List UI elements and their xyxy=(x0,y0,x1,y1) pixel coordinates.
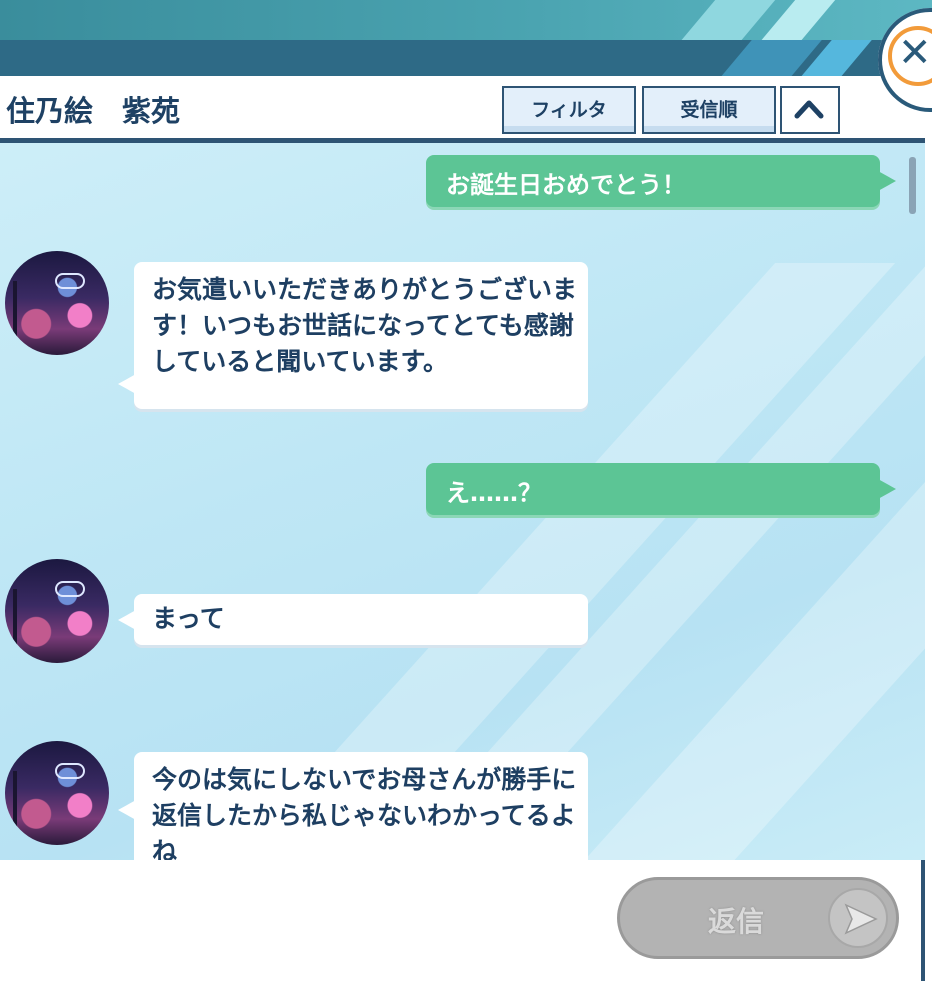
reply-button[interactable]: 返信 xyxy=(617,877,899,959)
chat-header: 住乃絵 紫苑 フィルタ 受信順 xyxy=(0,76,925,143)
chevron-up-icon xyxy=(794,100,824,119)
incoming-message: まって xyxy=(118,594,588,645)
sort-order-button[interactable]: 受信順 xyxy=(642,86,776,134)
incoming-message: お気遣いいただきありがとうございます！いつもお世話になってとても感謝していると聞… xyxy=(118,262,588,409)
message-text: お気遣いいただきありがとうございます！いつもお世話になってとても感謝していると聞… xyxy=(152,275,578,376)
scrollbar-thumb[interactable] xyxy=(909,157,916,214)
reply-button-label: 返信 xyxy=(708,905,765,938)
message-text: 今のは気にしないでお母さんが勝手に返信したから私じゃないわかってるよね xyxy=(152,765,577,860)
title-bar xyxy=(0,40,932,76)
message-text: え……？ xyxy=(446,479,542,507)
message-text: まって xyxy=(152,604,225,633)
reply-footer: 返信 xyxy=(0,860,925,981)
contact-avatar[interactable] xyxy=(5,741,109,845)
message-list[interactable]: お誕生日おめでとう！ お気遣いいただきありがとうございます！いつもお世話になって… xyxy=(0,143,925,860)
close-icon: ✕ xyxy=(898,30,932,76)
contact-name: 住乃絵 紫苑 xyxy=(6,94,181,128)
message-text: お誕生日おめでとう！ xyxy=(446,171,686,199)
incoming-message: 今のは気にしないでお母さんが勝手に返信したから私じゃないわかってるよね xyxy=(118,752,588,860)
top-banner xyxy=(0,0,932,40)
contact-avatar[interactable] xyxy=(5,251,109,355)
filter-button[interactable]: フィルタ xyxy=(502,86,636,134)
contact-avatar[interactable] xyxy=(5,559,109,663)
outgoing-message: え……？ xyxy=(426,463,896,515)
collapse-button[interactable] xyxy=(780,86,840,134)
send-icon xyxy=(828,888,888,948)
outgoing-message: お誕生日おめでとう！ xyxy=(426,155,896,207)
